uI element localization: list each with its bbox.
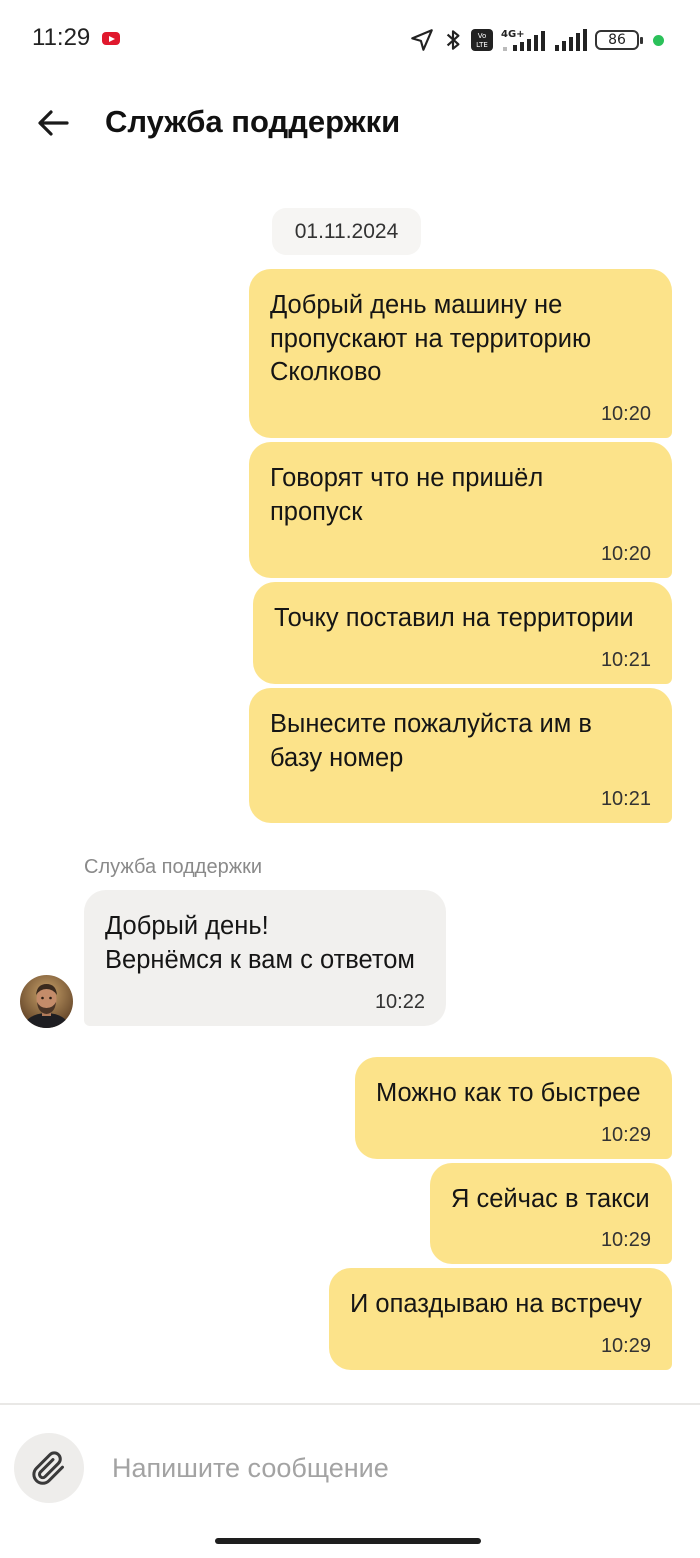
signal-4g-icon: 4G+ <box>501 27 547 53</box>
message-time: 10:29 <box>600 1335 651 1357</box>
bluetooth-icon <box>443 27 463 53</box>
location-arrow-icon <box>409 27 435 53</box>
message-text: Точку поставил на территории <box>274 604 634 632</box>
message-text: Добрый день машину не пропускают на терр… <box>270 291 592 386</box>
message-outgoing[interactable]: Добрый день машину не пропускают на терр… <box>249 269 672 438</box>
status-bar: 11:29 Vo LTE 4G+ 86 <box>0 0 700 80</box>
status-time: 11:29 <box>32 24 91 51</box>
message-outgoing[interactable]: Говорят что не пришёл пропуск 10:20 <box>249 442 672 578</box>
message-text: Добрый день! Вернёмся к вам с ответом <box>105 912 415 974</box>
svg-text:Vo: Vo <box>478 32 487 40</box>
youtube-notification-icon <box>102 32 120 45</box>
message-input[interactable] <box>100 1436 660 1500</box>
home-indicator[interactable] <box>215 1538 481 1544</box>
message-text: И опаздываю на встречу <box>350 1290 642 1318</box>
back-button[interactable] <box>30 100 76 146</box>
message-time: 10:22 <box>374 991 425 1013</box>
volte-icon: Vo LTE <box>471 29 493 51</box>
avatar[interactable] <box>20 975 73 1028</box>
message-outgoing[interactable]: Вынесите пожалуйста им в базу номер 10:2… <box>249 688 672 823</box>
message-text: Вынесите пожалуйста им в базу номер <box>270 710 592 772</box>
battery-icon: 86 <box>595 30 643 50</box>
chat-header: Служба поддержки <box>0 88 700 158</box>
page-title: Служба поддержки <box>105 104 401 139</box>
arrow-left-icon <box>38 110 69 136</box>
message-incoming[interactable]: Добрый день! Вернёмся к вам с ответом 10… <box>84 890 446 1026</box>
svg-text:LTE: LTE <box>476 41 488 49</box>
message-time: 10:29 <box>600 1124 651 1146</box>
paperclip-icon <box>32 1451 64 1485</box>
message-time: 10:20 <box>600 403 651 425</box>
message-text: Я сейчас в такси <box>451 1185 650 1213</box>
privacy-indicator-dot <box>653 34 664 46</box>
message-time: 10:21 <box>600 788 651 810</box>
signal-icon <box>555 27 587 53</box>
attach-button[interactable] <box>14 1433 84 1503</box>
status-icons: Vo LTE 4G+ 86 <box>409 24 664 56</box>
message-outgoing[interactable]: Я сейчас в такси 10:29 <box>430 1163 672 1264</box>
svg-text:4G+: 4G+ <box>501 29 525 40</box>
message-text: Можно как то быстрее <box>376 1079 641 1107</box>
message-outgoing[interactable]: И опаздываю на встречу 10:29 <box>329 1268 672 1370</box>
message-time: 10:20 <box>600 543 651 565</box>
composer-divider <box>0 1403 700 1405</box>
sender-name: Служба поддержки <box>84 856 263 878</box>
message-text: Говорят что не пришёл пропуск <box>270 464 544 526</box>
date-separator: 01.11.2024 <box>272 208 421 255</box>
message-outgoing[interactable]: Точку поставил на территории 10:21 <box>253 582 672 684</box>
message-time: 10:21 <box>600 649 651 671</box>
message-outgoing[interactable]: Можно как то быстрее 10:29 <box>355 1057 672 1159</box>
message-time: 10:29 <box>600 1229 651 1251</box>
